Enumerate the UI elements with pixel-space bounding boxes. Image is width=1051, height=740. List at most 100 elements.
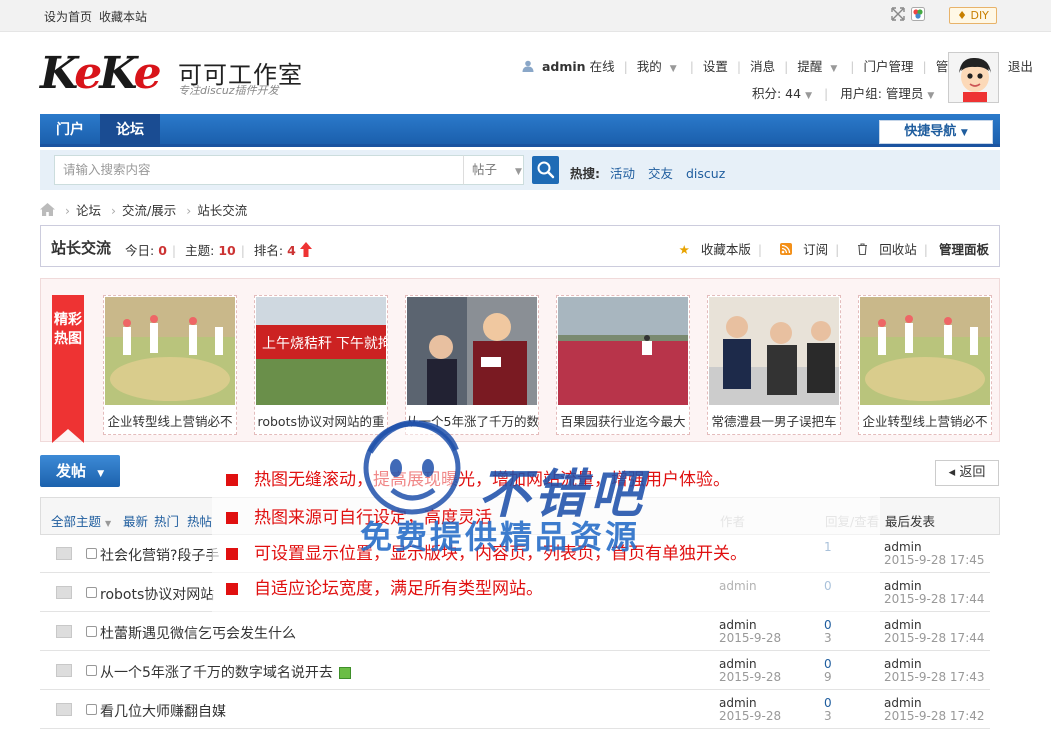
- avatar[interactable]: [948, 52, 999, 103]
- favorite-forum-button[interactable]: ★ 收藏本版: [672, 242, 751, 257]
- trash-icon: [857, 242, 868, 257]
- subscribe-button[interactable]: 订阅: [773, 242, 828, 257]
- search-input[interactable]: 请输入搜索内容: [54, 155, 504, 185]
- diy-label: DIY: [970, 9, 989, 22]
- thread-title[interactable]: 从一个5年涨了千万的数字域名说开去: [100, 662, 351, 682]
- tab-forum[interactable]: 论坛: [100, 114, 160, 147]
- hot-picture-item[interactable]: 企业转型线上营销必不: [103, 295, 237, 435]
- table-row[interactable]: 从一个5年涨了千万的数字域名说开去 admin 2015-9-28 09 admi…: [40, 652, 990, 690]
- hot-picture-caption: 企业转型线上营销必不: [107, 414, 233, 429]
- caret-down-icon: ▼: [669, 64, 677, 74]
- thread-title[interactable]: 杜蕾斯遇见微信乞丐会发生什么: [100, 623, 296, 643]
- fullscreen-icon[interactable]: [891, 7, 905, 21]
- hot-keyword[interactable]: 交友: [648, 166, 673, 181]
- filter-hot[interactable]: 热门: [154, 511, 179, 530]
- image-attachment-icon: [338, 667, 351, 679]
- forum-stats: 今日: 0 | 主题: 10 | 排名: 4: [125, 240, 312, 259]
- user-icon: [522, 59, 534, 74]
- folder-icon: [56, 547, 72, 560]
- caret-down-icon: ▼: [515, 167, 522, 177]
- row-checkbox[interactable]: [86, 665, 97, 676]
- table-row[interactable]: 看几位大师赚翻自媒 admin 2015-9-28 03 admin 2015-9-…: [40, 691, 990, 729]
- row-checkbox[interactable]: [86, 548, 97, 559]
- portal-admin-link[interactable]: 门户管理: [863, 59, 913, 74]
- feature-item: 热图无缝滚动，提高展现曝光，增加网站流量，增强用户体验。: [226, 465, 730, 490]
- breadcrumb-item[interactable]: 站长交流: [197, 203, 247, 218]
- col-replies: 回复/查看: [825, 514, 880, 529]
- filter-hot-thread[interactable]: 热帖: [187, 511, 212, 530]
- filter-newest[interactable]: 最新: [123, 511, 148, 530]
- row-checkbox[interactable]: [86, 626, 97, 637]
- points-menu[interactable]: 积分: 44 ▼: [752, 86, 812, 101]
- hot-picture-item[interactable]: 百果园获行业迄今最大: [556, 295, 690, 435]
- hot-picture-caption: 企业转型线上营销必不: [862, 414, 988, 429]
- bookmark-link[interactable]: 收藏本站: [99, 8, 147, 25]
- search-button[interactable]: [532, 156, 559, 184]
- caret-down-icon: ▼: [97, 469, 105, 479]
- today-count: 0: [158, 243, 167, 258]
- rank-up-icon: [299, 242, 312, 258]
- usergroup-menu[interactable]: 用户组: 管理员 ▼: [840, 86, 934, 101]
- hot-pictures-panel: 精彩热图 企业转型线上营销必不 上午烧秸秆 下午就拘留 robots协议对网站的…: [40, 278, 1000, 443]
- caret-down-icon: ▼: [960, 128, 968, 138]
- remind-menu[interactable]: 提醒 ▼: [797, 59, 841, 74]
- hot-pictures-tag: 精彩热图: [52, 295, 84, 443]
- settings-link[interactable]: 设置: [703, 59, 728, 74]
- bullet-square-icon: [226, 474, 238, 486]
- table-row[interactable]: robots协议对网站 admin 0 admin 2015-9-28 17:44: [40, 574, 990, 612]
- thread-title[interactable]: robots协议对网站: [100, 584, 214, 604]
- thread-title[interactable]: 社会化营销?段子手: [100, 545, 219, 565]
- reply-count: 03: [824, 696, 832, 723]
- hot-search-label: 热搜:: [570, 166, 600, 181]
- table-row[interactable]: 社会化营销?段子手 1 admin 2015-9-28 17:45: [40, 535, 990, 573]
- home-icon[interactable]: [40, 203, 55, 218]
- back-button[interactable]: ◂ 返回: [935, 460, 999, 486]
- row-checkbox[interactable]: [86, 704, 97, 715]
- recycle-bin-button[interactable]: 回收站: [850, 242, 917, 257]
- thread-list-header: 全部主题 ▼ 最新 热门 热帖 作者 回复/查看 最后发表: [40, 497, 1000, 535]
- admin-panel-button[interactable]: 管理面板: [939, 242, 989, 257]
- folder-icon: [56, 625, 72, 638]
- hot-picture-item[interactable]: 上午烧秸秆 下午就拘留 robots协议对网站的重: [254, 295, 388, 435]
- folder-icon: [56, 664, 72, 677]
- hot-keyword[interactable]: discuz: [686, 166, 725, 181]
- hot-search: 热搜: 活动 交友 discuz: [570, 163, 734, 182]
- topic-count: 10: [218, 243, 236, 258]
- theme-icon[interactable]: [911, 7, 925, 21]
- thread-title[interactable]: 看几位大师赚翻自媒: [100, 701, 226, 721]
- table-row[interactable]: 杜蕾斯遇见微信乞丐会发生什么 admin 2015-9-28 03 admin 20…: [40, 613, 990, 651]
- set-home-link[interactable]: 设为首页: [44, 8, 92, 25]
- rank-value: 4: [287, 243, 296, 258]
- new-post-button[interactable]: 发帖 ▼: [40, 455, 120, 487]
- diy-arrow-icon: ♦: [957, 9, 967, 22]
- logout-link[interactable]: 退出: [1008, 59, 1033, 74]
- topbar-icons: [891, 7, 925, 21]
- diy-button[interactable]: ♦ DIY: [949, 7, 997, 24]
- quick-nav-button[interactable]: 快捷导航 ▼: [879, 120, 993, 144]
- username-link[interactable]: admin: [542, 59, 586, 74]
- filter-all[interactable]: 全部主题 ▼: [51, 511, 111, 530]
- my-menu[interactable]: 我的 ▼: [637, 59, 681, 74]
- row-checkbox[interactable]: [86, 587, 97, 598]
- thread-author: admin 2015-9-28: [719, 696, 782, 723]
- search-bar: 请输入搜索内容 帖子 ▼ 热搜: 活动 交友 discuz: [40, 150, 1000, 190]
- reply-count: 09: [824, 657, 832, 684]
- site-logo[interactable]: KeKe 可可工作室 专注discuz插件开发: [40, 52, 310, 102]
- breadcrumb-item[interactable]: 交流/展示: [122, 203, 176, 218]
- last-post: admin 2015-9-28 17:43: [884, 657, 985, 684]
- search-type-select[interactable]: 帖子 ▼: [463, 155, 524, 185]
- hot-picture-item[interactable]: 企业转型线上营销必不: [858, 295, 992, 435]
- breadcrumb-item[interactable]: 论坛: [76, 203, 101, 218]
- online-status: 在线: [589, 59, 615, 74]
- hot-picture-caption: 百果园获行业迄今最大: [560, 414, 686, 429]
- logo-slogan: 专注discuz插件开发: [178, 84, 279, 97]
- hot-keyword[interactable]: 活动: [610, 166, 635, 181]
- last-post: admin 2015-9-28 17:44: [884, 618, 985, 645]
- hot-picture-caption: 从一个5年涨了千万的数: [406, 414, 538, 429]
- messages-link[interactable]: 消息: [750, 59, 775, 74]
- hot-picture-item[interactable]: 常德澧县一男子误把车: [707, 295, 841, 435]
- hot-picture-item[interactable]: 从一个5年涨了千万的数: [405, 295, 539, 435]
- back-arrow-icon: ◂: [948, 465, 956, 480]
- folder-icon: [56, 703, 72, 716]
- tab-portal[interactable]: 门户: [40, 114, 100, 147]
